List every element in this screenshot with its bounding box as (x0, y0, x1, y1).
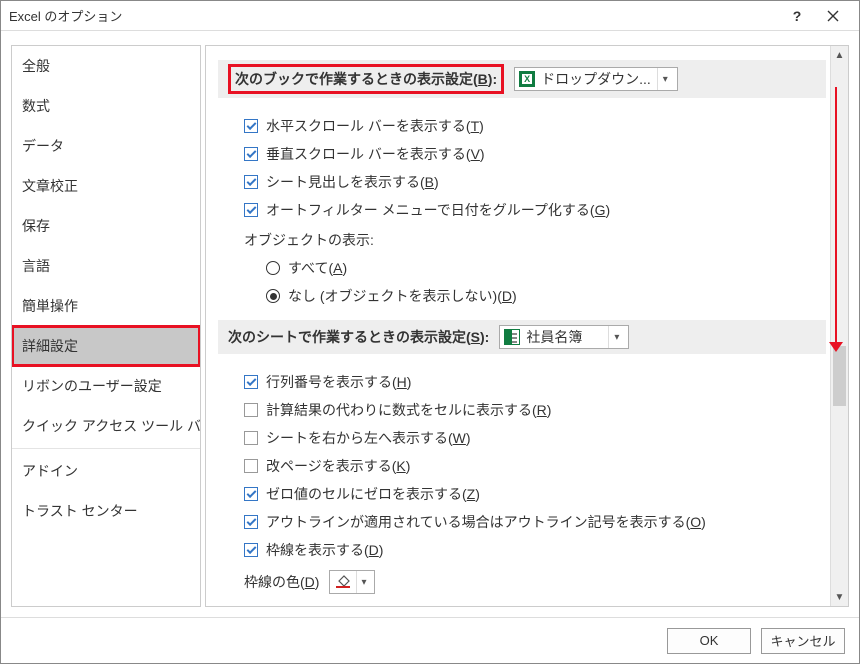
vscroll-checkbox[interactable]: 垂直スクロール バーを表示する(V) (244, 140, 822, 168)
sidebar-item-general[interactable]: 全般 (12, 46, 200, 86)
sidebar-item-trust[interactable]: トラスト センター (12, 491, 200, 531)
show-formulas-checkbox[interactable]: 計算結果の代わりに数式をセルに表示する(R) (244, 396, 822, 424)
rtl-sheet-checkbox[interactable]: シートを右から左へ表示する(W) (244, 424, 822, 452)
book-display-header: 次のブックで作業するときの表示設定(B): ドロップダウン... ▾ (218, 60, 826, 98)
show-zeros-checkbox[interactable]: ゼロ値のセルにゼロを表示する(Z) (244, 480, 822, 508)
book-selector-value: ドロップダウン... (541, 69, 651, 89)
scroll-thumb[interactable] (833, 346, 846, 406)
sidebar-item-save[interactable]: 保存 (12, 206, 200, 246)
objects-label: オブジェクトの表示: (244, 224, 822, 254)
sheet-display-header: 次のシートで作業するときの表示設定(S): 社員名簿 ▾ (218, 320, 826, 354)
sidebar-item-easyaccess[interactable]: 簡単操作 (12, 286, 200, 326)
outline-symbols-checkbox[interactable]: アウトラインが適用されている場合はアウトライン記号を表示する(O) (244, 508, 822, 536)
vertical-scrollbar[interactable]: ▲ ▼ (830, 46, 848, 606)
chevron-down-icon: ▾ (657, 68, 673, 90)
category-sidebar: 全般 数式 データ 文章校正 保存 言語 簡単操作 詳細設定 リボンのユーザー設… (11, 45, 201, 607)
objects-none-radio[interactable]: なし (オブジェクトを表示しない)(D) (266, 282, 822, 310)
sidebar-item-proofing[interactable]: 文章校正 (12, 166, 200, 206)
sidebar-item-advanced[interactable]: 詳細設定 (12, 326, 200, 366)
ok-button[interactable]: OK (667, 628, 751, 654)
sheet-display-label-suffix: ): (480, 329, 489, 345)
cancel-button[interactable]: キャンセル (761, 628, 845, 654)
book-display-label-prefix: 次のブックで作業するときの表示設定( (235, 71, 478, 87)
excel-workbook-icon (519, 71, 535, 87)
page-breaks-checkbox[interactable]: 改ページを表示する(K) (244, 452, 822, 480)
close-button[interactable] (815, 4, 851, 28)
worksheet-icon (504, 329, 520, 345)
sidebar-item-ribbon[interactable]: リボンのユーザー設定 (12, 366, 200, 406)
book-selector-dropdown[interactable]: ドロップダウン... ▾ (514, 67, 678, 91)
paint-bucket-icon (334, 575, 352, 589)
chevron-down-icon: ▾ (608, 326, 624, 348)
gridline-color-label: 枠線の色(D) (244, 572, 319, 592)
sidebar-item-formulas[interactable]: 数式 (12, 86, 200, 126)
window-title: Excel のオプション (9, 6, 779, 25)
sidebar-item-qat[interactable]: クイック アクセス ツール バー (12, 406, 200, 446)
sheet-selector-value: 社員名簿 (526, 327, 582, 347)
book-display-label-suffix: ): (488, 71, 497, 87)
sheet-display-label-prefix: 次のシートで作業するときの表示設定( (228, 329, 471, 345)
sidebar-item-language[interactable]: 言語 (12, 246, 200, 286)
rowcol-headers-checkbox[interactable]: 行列番号を表示する(H) (244, 368, 822, 396)
chevron-down-icon: ▾ (356, 571, 370, 593)
sidebar-item-data[interactable]: データ (12, 126, 200, 166)
sheet-selector-dropdown[interactable]: 社員名簿 ▾ (499, 325, 629, 349)
sheet-display-label-key: S (471, 329, 480, 345)
objects-all-radio[interactable]: すべて(A) (266, 254, 822, 282)
sidebar-item-addins[interactable]: アドイン (12, 451, 200, 491)
sheet-tabs-checkbox[interactable]: シート見出しを表示する(B) (244, 168, 822, 196)
book-display-label-key: B (478, 71, 488, 87)
help-button[interactable]: ? (779, 4, 815, 28)
scroll-up-arrow[interactable]: ▲ (831, 46, 848, 64)
show-gridlines-checkbox[interactable]: 枠線を表示する(D) (244, 536, 822, 564)
gridline-color-picker[interactable]: ▾ (329, 570, 375, 594)
settings-pane: 次のブックで作業するときの表示設定(B): ドロップダウン... ▾ 水平スクロ… (206, 46, 830, 606)
hscroll-checkbox[interactable]: 水平スクロール バーを表示する(T) (244, 112, 822, 140)
scroll-down-arrow[interactable]: ▼ (831, 588, 848, 606)
autofilter-group-checkbox[interactable]: オートフィルター メニューで日付をグループ化する(G) (244, 196, 822, 224)
